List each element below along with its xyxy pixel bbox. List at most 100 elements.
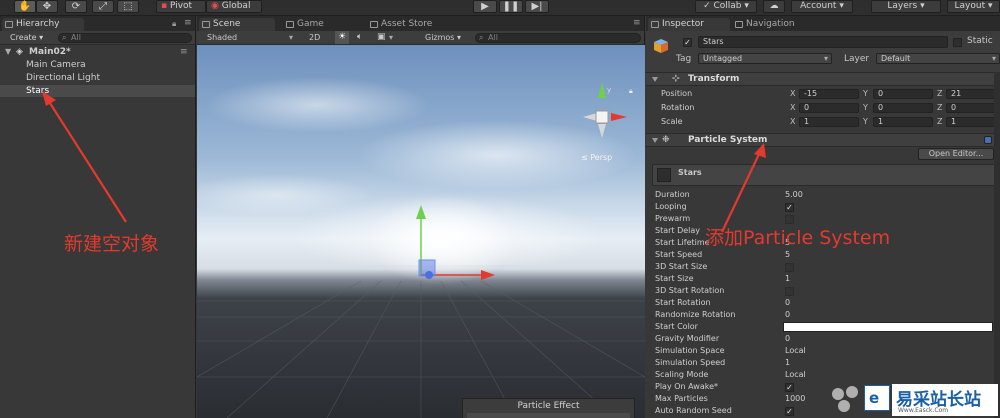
tab-navigation[interactable]: Navigation: [732, 18, 822, 31]
static-checkbox[interactable]: [953, 38, 962, 47]
transform-scale-row: Scale X 1 Y 1 Z 1: [646, 116, 1000, 128]
scene-menu-icon[interactable]: ≡: [180, 46, 188, 58]
position-y-field[interactable]: 0: [873, 89, 933, 99]
prop-start-rotation: Start Rotation 0: [655, 298, 791, 307]
foldout-arrow-icon[interactable]: [652, 77, 658, 82]
3d-start-size-checkbox[interactable]: [785, 263, 794, 272]
unity-scene-icon: ◈: [16, 47, 23, 57]
panel-menu-icon[interactable]: ≡: [184, 18, 192, 28]
scene-root-row[interactable]: ▼ ◈ Main02* ≡: [0, 46, 195, 58]
cloud-icon: ☁: [769, 1, 779, 11]
particle-effect-controls: [467, 413, 630, 418]
play-on-awake-checkbox[interactable]: ✓: [785, 383, 794, 392]
prop-gravity-modifier: Gravity Modifier 0: [655, 334, 791, 343]
foldout-arrow-icon[interactable]: ▼: [5, 46, 11, 58]
tab-scene[interactable]: Scene: [199, 18, 275, 31]
open-editor-button[interactable]: Open Editor...: [918, 148, 994, 160]
navigation-icon: [735, 21, 743, 28]
step-icon: ▶|: [531, 1, 543, 12]
tag-dropdown[interactable]: Untagged: [698, 53, 832, 64]
tab-inspector[interactable]: Inspector: [648, 18, 730, 31]
rotation-y-field[interactable]: 0: [873, 103, 933, 113]
store-icon: [370, 21, 378, 28]
lock-icon[interactable]: 🔒︎: [172, 19, 176, 29]
particle-system-header[interactable]: ❉ Particle System: [646, 133, 1000, 147]
move-gizmo[interactable]: [397, 205, 497, 295]
tab-hierarchy[interactable]: Hierarchy: [2, 18, 84, 31]
transform-header[interactable]: ⊹ Transform: [646, 72, 1000, 86]
inspector-scrollbar[interactable]: [994, 72, 1000, 418]
cloud-button[interactable]: ☁: [763, 0, 785, 13]
prop-scaling-mode: Scaling Mode Local: [655, 370, 806, 379]
layer-dropdown[interactable]: Default: [876, 53, 1000, 64]
global-icon: ◉: [211, 1, 219, 11]
rect-tool-button[interactable]: ⬚: [117, 0, 139, 13]
hand-icon: ✋: [18, 1, 32, 12]
layer-label: Layer: [844, 54, 870, 64]
hierarchy-search-input[interactable]: All: [58, 33, 192, 43]
pivot-icon: ▪: [161, 1, 168, 11]
rotation-x-field[interactable]: 0: [799, 103, 859, 113]
scale-tool-button[interactable]: ⤢: [92, 0, 114, 13]
global-toggle[interactable]: ◉ Global: [206, 0, 262, 13]
axis-gizmo-icon: y: [583, 82, 627, 138]
prop-simulation-space: Simulation Space Local: [655, 346, 806, 355]
auto-random-seed-checkbox[interactable]: ✓: [785, 407, 794, 416]
step-button[interactable]: ▶|: [525, 0, 549, 13]
list-item-selected[interactable]: Stars: [0, 85, 195, 97]
layout-dropdown[interactable]: Layout ▾: [947, 0, 1000, 13]
list-item[interactable]: Main Camera: [0, 59, 195, 71]
particle-system-icon: ❉: [662, 135, 670, 145]
effects-toggle-icon[interactable]: ▣: [377, 31, 386, 44]
prop-start-color: Start Color: [646, 321, 1000, 333]
tag-label: Tag: [676, 54, 692, 64]
scene-search-input[interactable]: All: [475, 33, 641, 43]
scale-y-field[interactable]: 1: [873, 117, 933, 127]
gameobject-cube-icon: [653, 38, 669, 54]
gizmo-lock-icon[interactable]: 🔒︎: [629, 87, 633, 96]
foldout-arrow-icon[interactable]: [652, 138, 658, 143]
prop-randomize-rotation: Randomize Rotation 0: [655, 310, 791, 319]
hierarchy-subbar: Create ▾ All: [0, 31, 195, 45]
pause-button[interactable]: ❚❚: [499, 0, 523, 13]
layers-dropdown[interactable]: Layers ▾: [871, 0, 941, 13]
account-dropdown[interactable]: Account ▾: [791, 0, 853, 13]
mode-2d-toggle[interactable]: 2D: [309, 31, 320, 44]
shading-mode-dropdown[interactable]: Shaded: [207, 31, 237, 44]
rotate-tool-button[interactable]: ⟳: [65, 0, 87, 13]
orientation-gizmo[interactable]: y: [577, 80, 637, 140]
3d-start-rotation-checkbox[interactable]: [785, 287, 794, 296]
scale-x-field[interactable]: 1: [799, 117, 859, 127]
create-dropdown[interactable]: Create ▾: [10, 32, 43, 44]
gizmos-dropdown[interactable]: Gizmos ▾: [425, 31, 461, 44]
persp-label[interactable]: ≤ Persp: [581, 153, 612, 162]
tab-asset-store[interactable]: Asset Store: [367, 18, 467, 31]
tab-game[interactable]: Game: [283, 18, 365, 31]
move-tool-button[interactable]: ✥: [36, 0, 58, 13]
hand-tool-button[interactable]: ✋: [14, 0, 36, 13]
pivot-toggle[interactable]: ▪ Pivot: [156, 0, 206, 13]
scene-viewport[interactable]: y 🔒︎ ≤ Persp Particle Effect: [197, 45, 645, 418]
shading-chevron-icon: ▾: [289, 33, 294, 42]
object-active-checkbox[interactable]: ✓: [683, 38, 692, 47]
looping-checkbox[interactable]: ✓: [785, 203, 794, 212]
rotation-z-field[interactable]: 0: [946, 103, 998, 113]
start-color-swatch[interactable]: [783, 322, 993, 332]
prop-3d-start-size: 3D Start Size: [646, 261, 1000, 273]
help-book-icon[interactable]: [984, 136, 992, 144]
main-module-header[interactable]: Stars: [652, 164, 998, 186]
particle-effect-overlay[interactable]: Particle Effect: [462, 398, 635, 418]
scene-icon: [202, 21, 210, 28]
scale-z-field[interactable]: 1: [946, 117, 998, 127]
position-z-field[interactable]: 21: [946, 89, 998, 99]
object-name-field[interactable]: Stars: [698, 36, 948, 48]
audio-toggle-icon[interactable]: 🔈︎: [357, 31, 362, 44]
lighting-toggle-icon[interactable]: ☀: [335, 31, 350, 44]
svg-text:y: y: [607, 86, 611, 94]
rotate-icon: ⟳: [71, 1, 81, 12]
list-item[interactable]: Directional Light: [0, 72, 195, 84]
panel-menu-icon[interactable]: ≡: [633, 18, 641, 28]
collab-dropdown[interactable]: ✓ Collab ▾: [695, 0, 757, 13]
position-x-field[interactable]: -15: [799, 89, 859, 99]
play-button[interactable]: ▶: [473, 0, 497, 13]
